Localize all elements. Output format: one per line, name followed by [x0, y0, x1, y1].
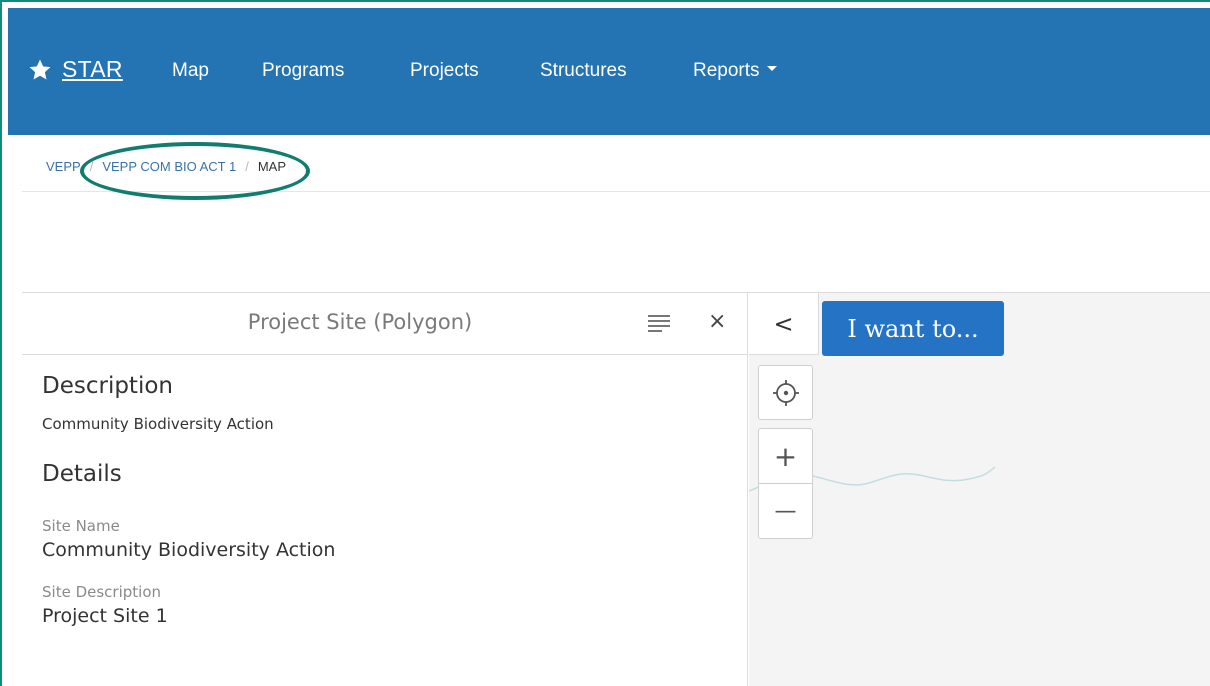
panel-title: Project Site (Polygon): [247, 310, 473, 334]
brand-link[interactable]: STAR: [28, 56, 123, 83]
field-site-name: Site Name Community Biodiversity Action: [42, 517, 335, 561]
crosshair-icon: [772, 379, 799, 406]
breadcrumb-item-project[interactable]: VEPP COM BIO ACT 1: [102, 159, 236, 174]
collapse-panel-button[interactable]: <: [749, 293, 819, 355]
nav-item-reports-label: Reports: [693, 60, 760, 81]
field-label: Site Description: [42, 583, 161, 601]
close-icon[interactable]: ×: [708, 309, 726, 334]
caret-down-icon: [766, 66, 777, 72]
panel-body: Description Community Biodiversity Actio…: [42, 373, 335, 627]
nav-item-structures[interactable]: Structures: [540, 60, 627, 82]
field-value: Community Biodiversity Action: [42, 539, 336, 561]
map-area[interactable]: < I want to... + —: [749, 293, 1210, 686]
breadcrumb-item-map: MAP: [257, 159, 287, 174]
star-icon: [29, 59, 51, 79]
field-value: Project Site 1: [42, 605, 168, 627]
description-text: Community Biodiversity Action: [42, 415, 274, 433]
i-want-to-button[interactable]: I want to...: [822, 301, 1004, 356]
locate-button[interactable]: [758, 365, 813, 420]
list-icon[interactable]: [648, 315, 670, 333]
nav-item-reports[interactable]: Reports: [693, 60, 777, 82]
nav-item-map[interactable]: Map: [172, 60, 209, 82]
nav-item-projects[interactable]: Projects: [410, 60, 479, 82]
details-heading: Details: [42, 461, 122, 487]
zoom-out-button[interactable]: —: [759, 484, 812, 539]
top-navbar: STAR Map Programs Projects Structures Re…: [8, 8, 1210, 135]
details-panel: Project Site (Polygon) × Description Com…: [22, 293, 748, 686]
panel-header: Project Site (Polygon) ×: [22, 293, 748, 355]
breadcrumb-item-vepp[interactable]: VEPP: [46, 159, 81, 174]
breadcrumb-separator: /: [89, 159, 94, 174]
field-label: Site Name: [42, 517, 120, 535]
zoom-in-button[interactable]: +: [759, 429, 812, 484]
breadcrumb-separator: /: [245, 159, 249, 174]
field-site-description: Site Description Project Site 1: [42, 583, 335, 627]
description-heading: Description: [42, 373, 173, 399]
nav-item-programs[interactable]: Programs: [262, 60, 344, 82]
breadcrumb: VEPP / VEPP COM BIO ACT 1 / MAP: [22, 142, 1210, 192]
brand-label: STAR: [62, 56, 123, 82]
zoom-controls: + —: [758, 428, 813, 539]
